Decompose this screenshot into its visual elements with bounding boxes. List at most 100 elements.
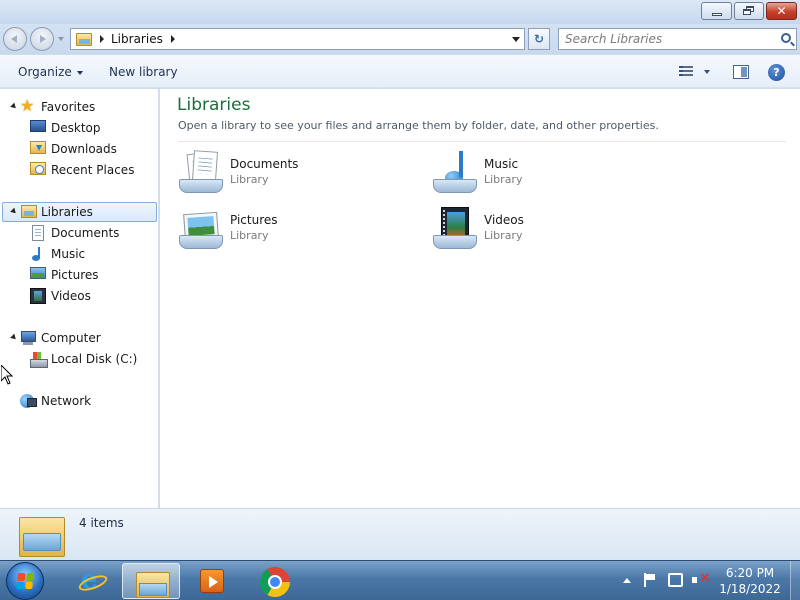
videos-icon xyxy=(30,288,46,304)
nav-videos-label: Videos xyxy=(51,289,91,303)
library-pictures[interactable]: Pictures Library xyxy=(177,205,407,255)
new-library-button[interactable]: New library xyxy=(109,65,178,79)
pictures-library-icon xyxy=(177,205,225,253)
windows-explorer-icon xyxy=(136,570,170,598)
navigation-pane[interactable]: ★ Favorites Desktop Downloads Recent Pla… xyxy=(0,89,159,508)
nav-desktop-label: Desktop xyxy=(51,121,101,135)
nav-favorites-label: Favorites xyxy=(41,100,96,114)
page-description: Open a library to see your files and arr… xyxy=(178,119,659,132)
restore-button[interactable] xyxy=(734,2,764,20)
collapsed-arrow-icon[interactable] xyxy=(21,228,27,238)
taskbar-internet-explorer[interactable] xyxy=(62,563,120,599)
collapsed-arrow-icon[interactable] xyxy=(21,291,27,301)
help-icon[interactable]: ? xyxy=(768,64,785,81)
library-type: Library xyxy=(230,173,269,186)
expanded-arrow-icon[interactable] xyxy=(10,102,18,111)
divider xyxy=(178,141,786,142)
nav-desktop[interactable]: Desktop xyxy=(30,118,150,138)
nav-network-label: Network xyxy=(41,394,92,408)
close-button[interactable]: ✕ xyxy=(766,2,797,20)
collapsed-arrow-icon[interactable] xyxy=(21,270,27,280)
network-status-icon[interactable] xyxy=(668,573,683,587)
nav-videos[interactable]: Videos xyxy=(20,286,150,306)
title-bar: ✕ xyxy=(0,0,800,24)
close-icon: ✕ xyxy=(776,4,787,18)
taskbar: 6:20 PM 1/18/2022 xyxy=(0,560,800,600)
refresh-button[interactable]: ↻ xyxy=(528,28,550,50)
nav-downloads[interactable]: Downloads xyxy=(30,139,150,159)
nav-pictures-label: Pictures xyxy=(51,268,99,282)
library-type: Library xyxy=(230,229,269,242)
downloads-icon xyxy=(30,141,46,154)
nav-computer[interactable]: Computer xyxy=(8,328,148,348)
expanded-arrow-icon[interactable] xyxy=(10,207,18,216)
clock-time: 6:20 PM xyxy=(725,566,775,580)
collapsed-arrow-icon[interactable] xyxy=(21,249,27,259)
taskbar-media-player[interactable] xyxy=(182,563,240,599)
computer-icon xyxy=(20,330,36,346)
address-history-dropdown[interactable] xyxy=(512,37,520,42)
breadcrumb-libraries[interactable]: Libraries xyxy=(111,32,163,46)
nav-pictures[interactable]: Pictures xyxy=(20,265,150,285)
recent-pages-dropdown[interactable] xyxy=(58,37,64,41)
refresh-icon: ↻ xyxy=(533,32,545,46)
windows-media-player-icon xyxy=(200,569,224,593)
organize-button[interactable]: Organize xyxy=(18,65,83,79)
search-icon[interactable] xyxy=(781,33,791,43)
clock-date: 1/18/2022 xyxy=(719,582,781,596)
search-input[interactable] xyxy=(559,29,769,49)
libraries-icon xyxy=(21,205,37,218)
preview-pane-icon[interactable] xyxy=(733,65,749,79)
nav-music-label: Music xyxy=(51,247,86,261)
volume-muted-icon[interactable] xyxy=(692,570,711,587)
network-icon xyxy=(20,393,37,409)
show-desktop-button[interactable] xyxy=(790,561,800,600)
start-button[interactable] xyxy=(6,562,44,600)
back-button[interactable] xyxy=(3,27,27,51)
libraries-large-icon xyxy=(19,513,65,557)
nav-recent-places-label: Recent Places xyxy=(51,163,135,177)
nav-documents[interactable]: Documents xyxy=(20,223,150,243)
taskbar-windows-explorer[interactable] xyxy=(122,563,180,599)
back-arrow-icon xyxy=(11,35,17,43)
expanded-arrow-icon[interactable] xyxy=(10,333,18,342)
content-pane[interactable]: Libraries Open a library to see your fil… xyxy=(160,89,800,508)
nav-local-disk-label: Local Disk (C:) xyxy=(51,352,138,366)
view-options-dropdown[interactable] xyxy=(704,70,710,74)
nav-local-disk[interactable]: Local Disk (C:) xyxy=(20,349,150,369)
library-music[interactable]: Music Library xyxy=(431,149,661,199)
nav-libraries[interactable]: Libraries xyxy=(2,202,157,222)
library-documents[interactable]: Documents Library xyxy=(177,149,407,199)
library-type: Library xyxy=(484,173,523,186)
breadcrumb-separator-icon[interactable] xyxy=(100,35,104,43)
address-bar[interactable]: Libraries xyxy=(70,28,525,50)
library-name: Documents xyxy=(230,157,299,171)
collapsed-arrow-icon[interactable] xyxy=(11,396,17,406)
taskbar-chrome[interactable] xyxy=(246,563,304,599)
restore-icon xyxy=(743,6,755,16)
minimize-button[interactable] xyxy=(701,2,732,20)
nav-music[interactable]: Music xyxy=(20,244,150,264)
clock[interactable]: 6:20 PM 1/18/2022 xyxy=(716,565,784,597)
breadcrumb-separator-icon[interactable] xyxy=(170,35,175,43)
minimize-icon xyxy=(711,12,722,16)
nav-network[interactable]: Network xyxy=(8,391,148,411)
libraries-folder-icon xyxy=(76,32,92,46)
favorites-star-icon: ★ xyxy=(20,96,35,115)
library-videos[interactable]: Videos Library xyxy=(431,205,661,255)
nav-favorites[interactable]: ★ Favorites xyxy=(8,97,148,117)
desktop-icon xyxy=(30,120,46,132)
change-view-icon[interactable] xyxy=(679,66,693,79)
videos-library-icon xyxy=(431,205,479,253)
forward-button[interactable] xyxy=(30,27,54,51)
search-box[interactable] xyxy=(558,28,797,50)
show-hidden-icons-icon[interactable] xyxy=(623,578,631,583)
action-center-flag-icon[interactable] xyxy=(644,573,656,587)
nav-recent-places[interactable]: Recent Places xyxy=(30,160,150,180)
local-disk-icon xyxy=(30,351,48,368)
documents-library-icon xyxy=(177,149,225,197)
collapsed-arrow-icon[interactable] xyxy=(21,354,27,364)
internet-explorer-icon xyxy=(78,565,104,595)
chevron-down-icon xyxy=(76,70,83,75)
pictures-icon xyxy=(30,267,46,279)
